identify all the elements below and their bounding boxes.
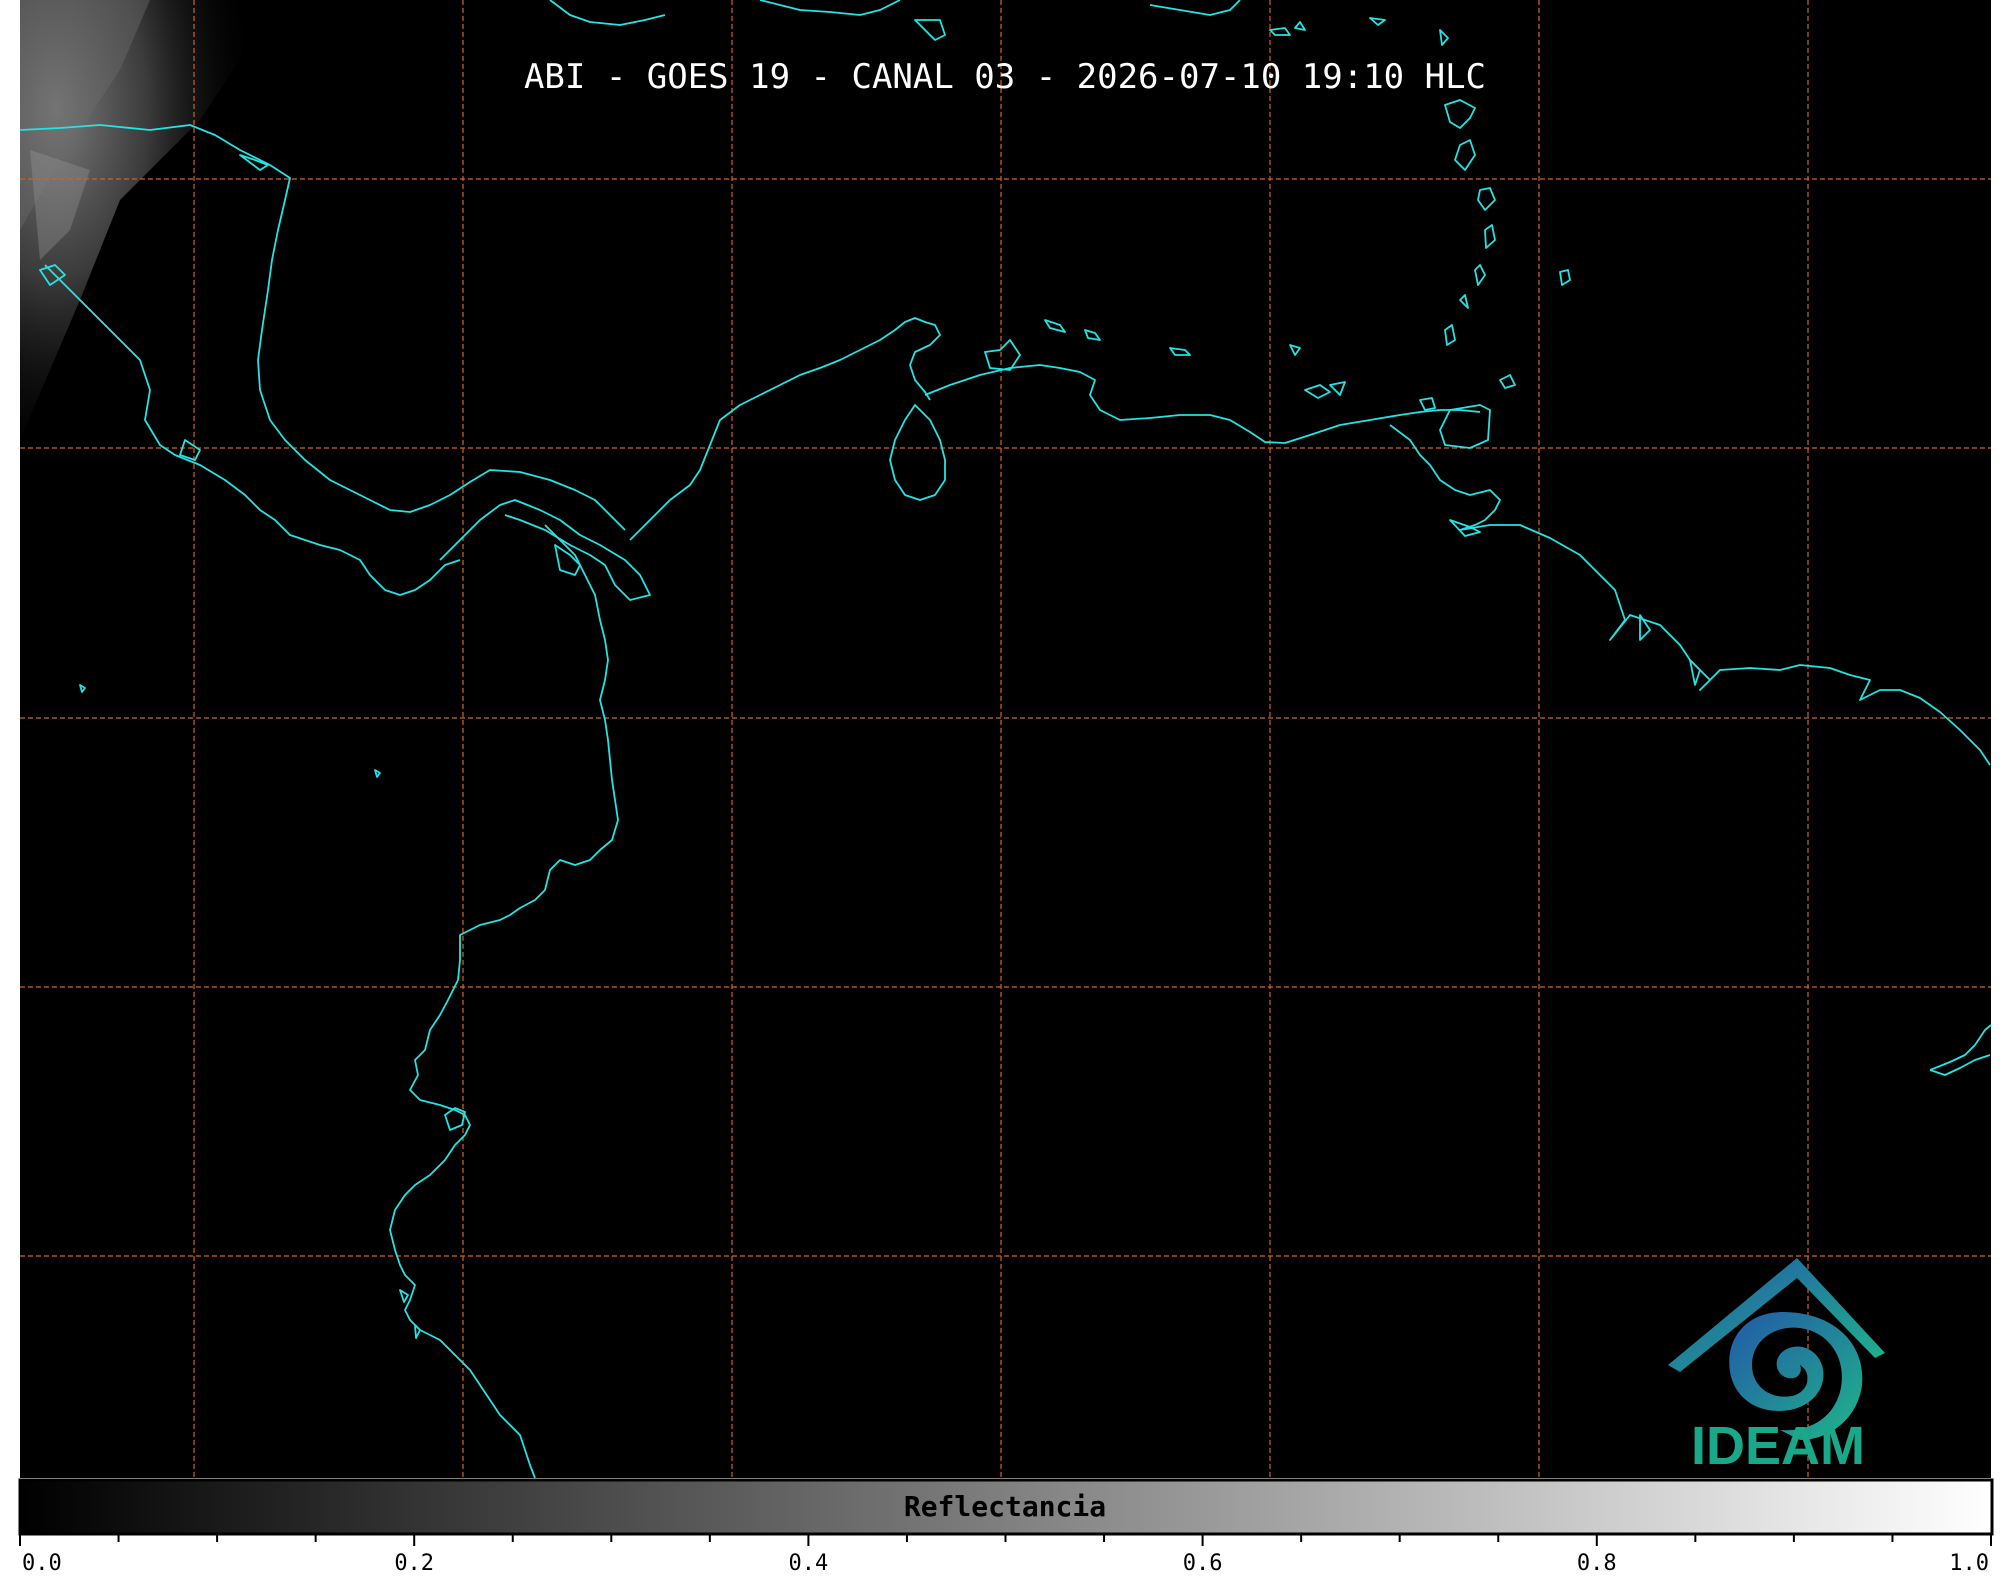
colorbar-tick-label: 0.6 xyxy=(1183,1551,1223,1576)
satellite-map: ABI - GOES 19 - CANAL 03 - 2026-07-10 19… xyxy=(18,0,1994,1576)
colorbar-tick-label: 0.8 xyxy=(1577,1551,1617,1576)
colorbar-tick-labels: 0.0 0.2 0.4 0.6 0.8 1.0 xyxy=(22,1551,1989,1576)
colorbar-tick-label: 1.0 xyxy=(1949,1551,1989,1576)
colorbar-tick-label: 0.0 xyxy=(22,1551,62,1576)
colorbar-tick-label: 0.4 xyxy=(789,1551,829,1576)
colorbar-tick-label: 0.2 xyxy=(394,1551,434,1576)
colorbar: Reflectancia 0.0 0.2 0.4 0.6 0.8 1.0 xyxy=(18,1478,1994,1576)
map-title: ABI - GOES 19 - CANAL 03 - 2026-07-10 19… xyxy=(524,57,1486,97)
colorbar-label: Reflectancia xyxy=(904,1490,1106,1523)
logo-text: IDEAM xyxy=(1691,1416,1865,1476)
colorbar-ticks xyxy=(19,1534,1992,1546)
